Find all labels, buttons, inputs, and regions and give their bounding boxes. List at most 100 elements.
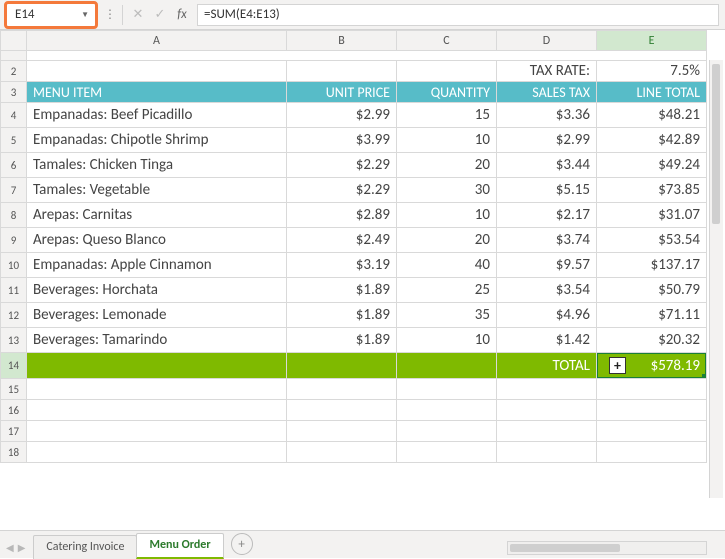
cell-unit-price[interactable]: $2.29 [287,153,397,178]
vertical-scrollbar[interactable] [709,60,723,498]
cell-line-total[interactable]: $48.21 [597,103,707,128]
spreadsheet-grid[interactable]: A B C D E 2 TAX RATE: 7.5% 3 MENU ITEM U… [0,30,725,528]
cell-sales-tax[interactable]: $3.36 [497,103,597,128]
cell-menu-item[interactable]: Arepas: Queso Blanco [27,228,287,253]
cell-sales-tax[interactable]: $3.54 [497,278,597,303]
sheet-nav-prev-icon[interactable]: ◀ [6,541,14,554]
cell-unit-price[interactable]: $2.89 [287,203,397,228]
cell-quantity[interactable]: 10 [397,128,497,153]
col-header-D[interactable]: D [497,31,597,51]
cell-menu-item[interactable]: Beverages: Tamarindo [27,328,287,353]
cell[interactable] [497,379,597,400]
cell-quantity[interactable]: 30 [397,178,497,203]
row-header[interactable]: 5 [1,128,27,153]
cell-unit-price[interactable]: $1.89 [287,278,397,303]
total-label[interactable]: TOTAL [497,353,597,379]
insert-function-icon[interactable]: fx [171,4,193,26]
cell[interactable] [287,421,397,442]
row-header[interactable]: 9 [1,228,27,253]
cell[interactable] [27,51,707,61]
cell[interactable] [287,400,397,421]
row-header[interactable]: 4 [1,103,27,128]
scrollbar-thumb[interactable] [510,544,620,552]
row-header[interactable]: 6 [1,153,27,178]
row-header[interactable]: 13 [1,328,27,353]
col-header-E[interactable]: E [597,31,707,51]
cell-line-total[interactable]: $20.32 [597,328,707,353]
cell[interactable] [287,353,397,379]
cell-line-total[interactable]: $73.85 [597,178,707,203]
cell[interactable] [597,421,707,442]
cell-unit-price[interactable]: $3.19 [287,253,397,278]
cell[interactable] [597,400,707,421]
cell-quantity[interactable]: 10 [397,328,497,353]
header-sales-tax[interactable]: SALES TAX [497,82,597,103]
cell[interactable] [27,353,287,379]
cell[interactable] [397,400,497,421]
cell[interactable] [287,442,397,463]
row-header[interactable]: 11 [1,278,27,303]
cell-line-total[interactable]: $50.79 [597,278,707,303]
cell-quantity[interactable]: 15 [397,103,497,128]
cell-quantity[interactable]: 35 [397,303,497,328]
cell[interactable] [397,421,497,442]
row-header[interactable]: 18 [1,442,27,463]
header-unit-price[interactable]: UNIT PRICE [287,82,397,103]
cell-menu-item[interactable]: Empanadas: Apple Cinnamon [27,253,287,278]
cancel-formula-icon[interactable]: ✕ [127,4,149,26]
row-header[interactable]: 14 [1,353,27,379]
cell-unit-price[interactable]: $3.99 [287,128,397,153]
tax-rate-label[interactable]: TAX RATE: [497,61,597,82]
cell-line-total[interactable]: $42.89 [597,128,707,153]
sheet-tab-catering-invoice[interactable]: Catering Invoice [33,535,137,559]
cell[interactable] [27,61,287,82]
cell[interactable] [27,400,287,421]
cell-unit-price[interactable]: $2.29 [287,178,397,203]
row-header[interactable]: 17 [1,421,27,442]
formula-bar-options-icon[interactable]: ⋮ [102,7,118,22]
cell[interactable] [497,421,597,442]
enter-formula-icon[interactable]: ✓ [149,4,171,26]
cell-sales-tax[interactable]: $2.17 [497,203,597,228]
row-header[interactable]: 10 [1,253,27,278]
cell-sales-tax[interactable]: $2.99 [497,128,597,153]
row-header[interactable]: 16 [1,400,27,421]
cell[interactable] [397,442,497,463]
col-header-B[interactable]: B [287,31,397,51]
cell-menu-item[interactable]: Tamales: Vegetable [27,178,287,203]
cell-sales-tax[interactable]: $5.15 [497,178,597,203]
cell-line-total[interactable]: $71.11 [597,303,707,328]
formula-input[interactable]: =SUM(E4:E13) [197,4,719,26]
cell-menu-item[interactable]: Arepas: Carnitas [27,203,287,228]
row-header[interactable]: 8 [1,203,27,228]
cell-line-total[interactable]: $53.54 [597,228,707,253]
horizontal-scrollbar[interactable] [507,541,707,555]
cell-line-total[interactable]: $31.07 [597,203,707,228]
cell[interactable] [27,379,287,400]
cell[interactable] [497,400,597,421]
cell-quantity[interactable]: 20 [397,153,497,178]
row-header[interactable]: 12 [1,303,27,328]
cell-sales-tax[interactable]: $9.57 [497,253,597,278]
cell[interactable] [397,61,497,82]
row-header[interactable]: 3 [1,82,27,103]
cell-menu-item[interactable]: Beverages: Lemonade [27,303,287,328]
total-value-cell[interactable]: +$578.19 [597,353,707,379]
select-all-corner[interactable] [1,31,27,51]
cell-sales-tax[interactable]: $3.74 [497,228,597,253]
cell-menu-item[interactable]: Tamales: Chicken Tinga [27,153,287,178]
cell[interactable] [27,442,287,463]
cell-quantity[interactable]: 20 [397,228,497,253]
fill-handle[interactable] [702,374,707,379]
cell-menu-item[interactable]: Beverages: Horchata [27,278,287,303]
sheet-nav-next-icon[interactable]: ▶ [18,541,26,554]
header-menu-item[interactable]: MENU ITEM [27,82,287,103]
cell[interactable] [597,442,707,463]
row-header[interactable]: 7 [1,178,27,203]
cell[interactable] [27,421,287,442]
tax-rate-value[interactable]: 7.5% [597,61,707,82]
cell-sales-tax[interactable]: $3.44 [497,153,597,178]
cell-unit-price[interactable]: $2.49 [287,228,397,253]
header-line-total[interactable]: LINE TOTAL [597,82,707,103]
cell-sales-tax[interactable]: $4.96 [497,303,597,328]
